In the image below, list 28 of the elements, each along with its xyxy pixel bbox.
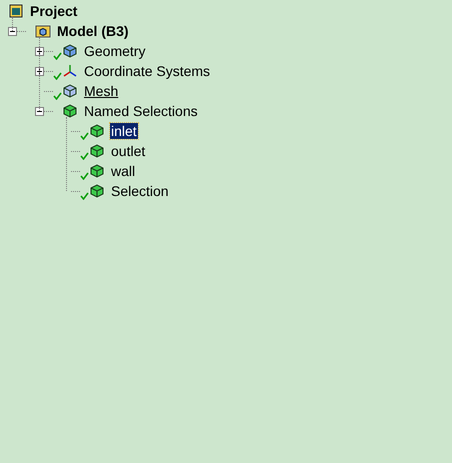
- tree-item[interactable]: Model (B3): [56, 23, 130, 39]
- mesh-cube-icon: [62, 84, 78, 98]
- tree-item[interactable]: Mesh: [83, 83, 120, 99]
- expand-toggle[interactable]: [35, 66, 44, 76]
- cube-icon: [89, 164, 105, 178]
- plus-icon: [37, 68, 42, 74]
- tree-item[interactable]: Named Selections: [83, 103, 199, 119]
- plus-icon: [37, 48, 42, 54]
- tree-item[interactable]: Selection: [110, 183, 170, 199]
- minus-icon: [37, 108, 42, 114]
- tree-item[interactable]: Coordinate Systems: [83, 63, 212, 79]
- folder-icon: [9, 4, 23, 18]
- cube-icon: [62, 44, 78, 58]
- axes-icon: [62, 64, 78, 78]
- cube-icon: [89, 184, 105, 198]
- tree-item[interactable]: inlet: [110, 123, 138, 139]
- tree-item[interactable]: Geometry: [83, 43, 146, 59]
- tree-item[interactable]: Project: [29, 3, 78, 19]
- tree-item[interactable]: wall: [110, 163, 136, 179]
- cube-icon: [89, 144, 105, 158]
- expand-toggle[interactable]: [8, 26, 17, 36]
- expand-toggle[interactable]: [35, 46, 44, 56]
- model-icon: [35, 24, 51, 38]
- minus-icon: [10, 28, 15, 34]
- tree-item[interactable]: outlet: [110, 143, 146, 159]
- cube-icon: [62, 104, 78, 118]
- cube-icon: [89, 124, 105, 138]
- expand-toggle[interactable]: [35, 106, 44, 116]
